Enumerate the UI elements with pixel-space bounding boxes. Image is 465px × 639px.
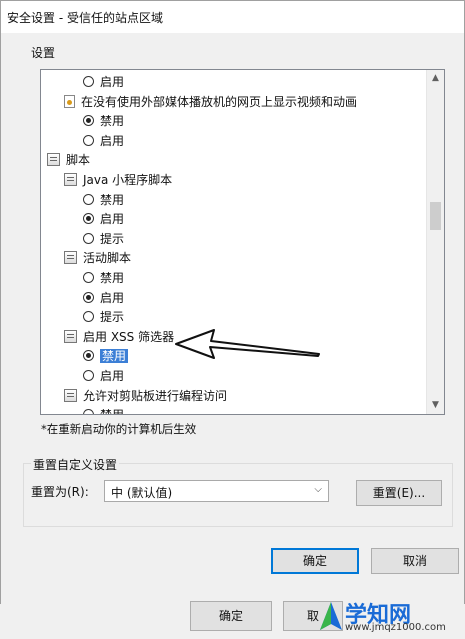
reset-button[interactable]: 重置(E)... (356, 480, 442, 506)
reset-group-label: 重置自定义设置 (31, 456, 120, 473)
tree-item-label: 启用 (100, 369, 125, 383)
scroll-down-icon[interactable]: ▼ (427, 397, 444, 414)
security-settings-dialog: 安全设置 - 受信任的站点区域 设置 启用在没有使用外部媒体播放机的网页上显示视… (0, 0, 465, 605)
tree-item-label: 禁用 (100, 349, 129, 364)
tree-item-label: 启用 (100, 290, 125, 305)
watermark-url: www.jmqz1000.com (345, 622, 446, 633)
scrollbar-thumb[interactable] (430, 202, 441, 230)
tree-item-label: 启用 (100, 75, 125, 89)
radio-checked-icon[interactable] (83, 115, 94, 127)
tree-item-label: 禁用 (100, 271, 125, 285)
radio-option[interactable]: 禁用 (83, 406, 124, 414)
radio-option[interactable]: 启用 (83, 73, 124, 91)
tree-node: 在没有使用外部媒体播放机的网页上显示视频和动画 (64, 93, 357, 111)
radio-unchecked-icon[interactable] (83, 409, 94, 414)
radio-unchecked-icon[interactable] (83, 76, 94, 87)
settings-label: 设置 (31, 46, 56, 60)
background-ok-button[interactable]: 确定 (190, 601, 272, 631)
tree-item-label: Java 小程序脚本 (83, 173, 173, 187)
radio-option[interactable]: 禁用 (83, 347, 129, 365)
reset-level-value: 中 (默认值) (111, 486, 173, 500)
radio-checked-icon[interactable] (83, 291, 94, 303)
tree-item-label: 启用 (100, 212, 125, 227)
tree-item-label: 活动脚本 (83, 251, 132, 266)
radio-unchecked-icon[interactable] (83, 370, 94, 381)
annotation-arrow-icon (175, 329, 320, 359)
tree-item-label: 禁用 (100, 408, 124, 414)
script-setting-icon (64, 251, 77, 265)
chevron-down-icon: ⌵ (314, 484, 322, 495)
tree-item-label: 允许对剪贴板进行编程访问 (83, 388, 228, 403)
script-setting-icon (64, 329, 77, 343)
tree-node: Java 小程序脚本 (64, 171, 172, 189)
tree-item-label: 启用 (100, 133, 125, 148)
radio-option[interactable]: 启用 (83, 289, 124, 307)
radio-unchecked-icon[interactable] (83, 193, 94, 205)
radio-unchecked-icon[interactable] (83, 311, 94, 323)
vertical-scrollbar[interactable]: ▲ ▼ (426, 70, 444, 414)
radio-checked-icon[interactable] (83, 350, 94, 362)
radio-option[interactable]: 启用 (83, 132, 124, 150)
tree-item-label: 禁用 (100, 114, 125, 129)
tree-item-label: 提示 (100, 231, 125, 246)
cancel-button[interactable]: 取消 (371, 548, 459, 574)
radio-option[interactable]: 启用 (83, 367, 124, 385)
window-title: 安全设置 - 受信任的站点区域 (7, 11, 163, 25)
radio-option[interactable]: 提示 (83, 308, 124, 326)
tree-item-label: 禁用 (100, 192, 125, 207)
media-setting-icon (64, 94, 75, 108)
tree-node: 活动脚本 (64, 249, 131, 267)
radio-option[interactable]: 禁用 (83, 269, 124, 287)
radio-unchecked-icon[interactable] (83, 134, 94, 146)
radio-unchecked-icon[interactable] (83, 232, 94, 244)
ok-button[interactable]: 确定 (271, 548, 359, 574)
tree-item-label: 启用 XSS 筛选器 (83, 329, 175, 344)
script-setting-icon (47, 153, 60, 167)
reset-to-label: 重置为(R): (31, 485, 89, 499)
restart-note: *在重新启动你的计算机后生效 (41, 422, 197, 436)
reset-level-select[interactable]: 中 (默认值) ⌵ (104, 480, 329, 502)
script-setting-icon (64, 388, 77, 402)
tree-node: 启用 XSS 筛选器 (64, 328, 174, 346)
radio-option[interactable]: 禁用 (83, 191, 124, 209)
radio-unchecked-icon[interactable] (83, 272, 94, 283)
tree-item-label: 脚本 (66, 153, 91, 168)
script-setting-icon (64, 173, 77, 186)
radio-option[interactable]: 启用 (83, 210, 124, 228)
radio-option[interactable]: 提示 (83, 230, 124, 248)
radio-checked-icon[interactable] (83, 213, 94, 225)
title-bar: 安全设置 - 受信任的站点区域 (1, 1, 464, 33)
watermark-logo-icon (320, 602, 342, 630)
scroll-up-icon[interactable]: ▲ (427, 70, 444, 87)
tree-item-label: 提示 (100, 310, 125, 325)
tree-node: 允许对剪贴板进行编程访问 (64, 387, 227, 405)
tree-node: 脚本 (47, 151, 90, 169)
tree-item-label: 在没有使用外部媒体播放机的网页上显示视频和动画 (81, 94, 358, 109)
radio-option[interactable]: 禁用 (83, 112, 124, 130)
